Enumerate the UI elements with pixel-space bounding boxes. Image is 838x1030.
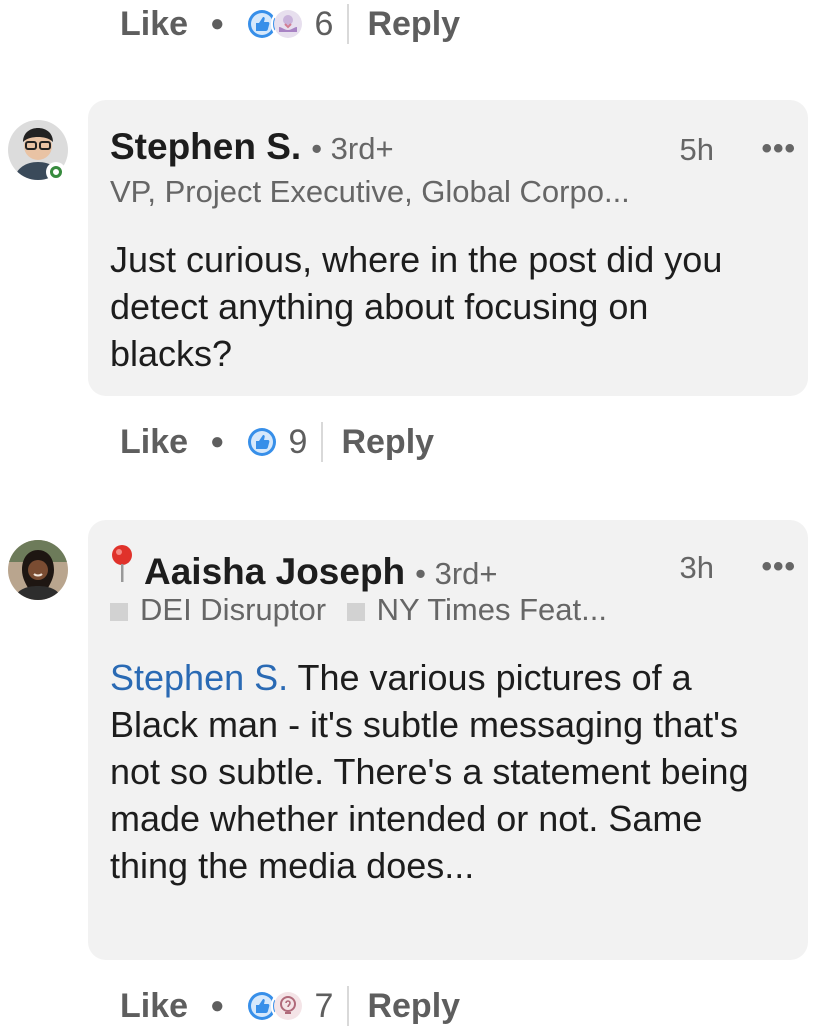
connection-degree: • 3rd+ <box>415 556 498 591</box>
comment-actions: Like ● 7 Reply <box>120 982 460 1030</box>
separator-dot: ● <box>210 992 225 1019</box>
separator-dot: ● <box>210 10 225 37</box>
more-options-icon[interactable]: ••• <box>761 132 796 166</box>
reply-button[interactable]: Reply <box>341 423 434 462</box>
connection-degree: • 3rd+ <box>311 131 394 166</box>
support-reaction-icon <box>270 7 305 41</box>
like-button[interactable]: Like <box>120 5 188 44</box>
commenter-headline: VP, Project Executive, Global Corpo... <box>110 174 630 209</box>
comment-bubble: Aaisha Joseph • 3rd+ 3h ••• DEI Disrupto… <box>88 520 808 960</box>
divider <box>321 422 324 462</box>
like-button[interactable]: Like <box>120 987 188 1026</box>
reaction-count: 6 <box>314 4 334 43</box>
headline-part: DEI Disruptor <box>140 592 327 627</box>
comment-timestamp: 3h <box>679 550 714 585</box>
headline-part: NY Times Feat... <box>376 592 607 627</box>
reaction-count: 7 <box>314 986 334 1025</box>
mention-link[interactable]: Stephen S. <box>110 657 288 698</box>
commenter-name[interactable]: Stephen S. <box>110 126 301 168</box>
reply-button[interactable]: Reply <box>367 5 460 44</box>
comment-bubble: Stephen S. • 3rd+ 5h ••• VP, Project Exe… <box>88 100 808 396</box>
commenter-name[interactable]: Aaisha Joseph <box>144 551 405 593</box>
comment-text: Stephen S. The various pictures of a Bla… <box>110 654 778 889</box>
online-status-indicator <box>46 162 66 182</box>
square-icon <box>110 602 128 621</box>
comment-actions: Like ● 9 Reply <box>120 418 434 466</box>
comment-actions: Like ● 6 Reply <box>120 0 460 48</box>
separator-dot: ● <box>210 428 225 455</box>
divider <box>347 986 350 1026</box>
square-icon <box>346 602 365 621</box>
like-reaction-icon <box>244 425 279 459</box>
like-button[interactable]: Like <box>120 423 188 462</box>
reactions-summary[interactable]: 7 <box>244 986 334 1026</box>
comment-timestamp: 5h <box>679 132 714 167</box>
pin-icon <box>110 544 134 589</box>
insightful-reaction-icon <box>270 989 305 1023</box>
avatar[interactable] <box>8 540 68 600</box>
reaction-count: 9 <box>288 422 308 461</box>
reactions-summary[interactable]: 9 <box>244 422 308 462</box>
divider <box>347 4 350 44</box>
more-options-icon[interactable]: ••• <box>761 550 796 584</box>
reply-button[interactable]: Reply <box>367 987 460 1026</box>
commenter-headline: DEI Disruptor NY Times Feat... <box>110 592 607 628</box>
reactions-summary[interactable]: 6 <box>244 4 334 44</box>
comment-text: Just curious, where in the post did you … <box>110 239 723 374</box>
